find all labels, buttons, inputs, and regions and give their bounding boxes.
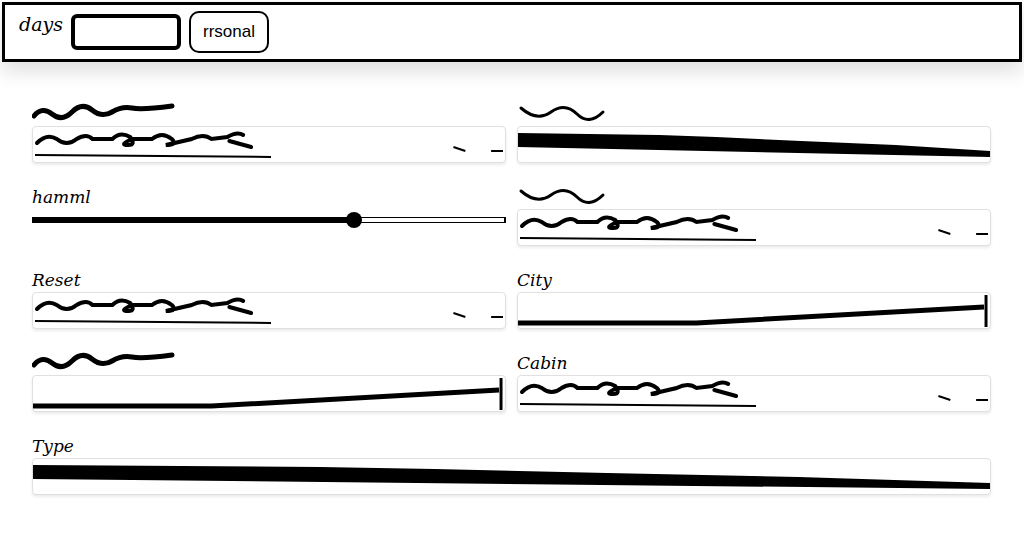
label-text: hamml [32, 188, 91, 207]
field-label: Cabin [517, 341, 991, 375]
select-value-icon [33, 293, 505, 329]
field-label: hamml [32, 175, 506, 209]
field-label [517, 92, 991, 126]
form-field: Cabin [517, 341, 991, 412]
field-label: City [517, 258, 991, 292]
label-text: Cabin [517, 354, 567, 373]
field-select[interactable] [32, 126, 506, 163]
top-bar: days rrsonal [2, 2, 1022, 62]
field-label [517, 175, 991, 209]
scribble-label-icon [517, 181, 667, 207]
scribble-label-icon [32, 347, 182, 373]
form-field: hamml [32, 175, 506, 246]
form-field: Reset [32, 258, 506, 329]
label-text: Reset [32, 271, 80, 290]
field-label: Type [32, 424, 991, 458]
field-bar[interactable] [32, 458, 991, 495]
form-field [517, 175, 991, 246]
field-bar[interactable] [517, 126, 991, 163]
filled-bar-icon [518, 127, 990, 163]
form-field: City [517, 258, 991, 329]
label-text: City [517, 271, 552, 290]
field-label [32, 341, 506, 375]
field-slider[interactable] [32, 209, 506, 246]
input-line-icon [33, 376, 505, 412]
field-label [32, 92, 506, 126]
personal-button[interactable]: rrsonal [189, 11, 269, 53]
field-select[interactable] [32, 292, 506, 329]
slider-track[interactable] [32, 217, 506, 223]
app-title: days [19, 15, 63, 34]
scribble-label-icon [32, 98, 182, 124]
form-field [32, 92, 506, 163]
select-value-icon [33, 127, 505, 163]
select-value-icon [518, 210, 990, 246]
field-select[interactable] [517, 209, 991, 246]
field-label: Reset [32, 258, 506, 292]
select-value-icon [518, 376, 990, 412]
slider-knob[interactable] [346, 212, 362, 228]
label-text: Type [32, 437, 74, 456]
form-field: Type [32, 424, 991, 495]
field-input[interactable] [32, 375, 506, 412]
field-input[interactable] [517, 292, 991, 329]
form-grid: hamml Reset City Cabin Type [0, 62, 1024, 505]
scribble-label-icon [517, 98, 667, 124]
slider-fill [34, 218, 354, 222]
form-field [517, 92, 991, 163]
search-field[interactable] [71, 14, 181, 50]
form-field [32, 341, 506, 412]
filled-bar-icon [33, 459, 990, 495]
input-line-icon [518, 293, 990, 329]
field-select[interactable] [517, 375, 991, 412]
